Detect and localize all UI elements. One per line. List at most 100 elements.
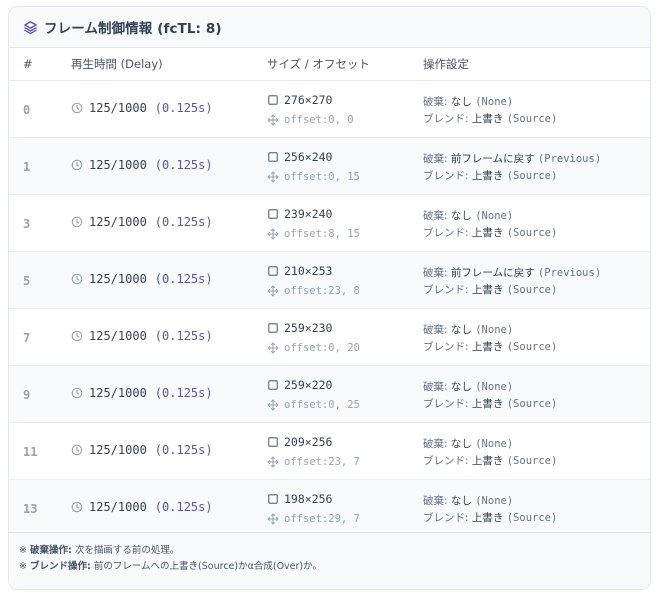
blend-line: ブレンド: 上書き (Source) bbox=[423, 339, 557, 356]
clock-icon bbox=[71, 216, 83, 228]
size-cell: 259×230 offset: 0, 20 bbox=[267, 321, 360, 354]
footer-notes: ※ 破棄操作: 次を描画する前の処理。 ※ ブレンド操作: 前のフレームへの上書… bbox=[9, 532, 650, 589]
footnote-term: ブレンド操作: bbox=[30, 561, 91, 572]
offset-prefix: offset: bbox=[284, 398, 329, 411]
blend-line: ブレンド: 上書き (Source) bbox=[423, 282, 601, 299]
offset-line: offset: 8, 15 bbox=[267, 227, 360, 240]
delay-value: 125/1000 bbox=[89, 215, 147, 229]
frame-control-card: フレーム制御情報 (fcTL: 8) # 再生時間 (Delay) サイズ / … bbox=[8, 6, 651, 590]
dispose-code: (None) bbox=[475, 210, 514, 222]
delay-value: 125/1000 bbox=[89, 329, 147, 343]
delay-seconds: (0.125s) bbox=[154, 500, 213, 514]
size-value: 198×256 bbox=[284, 492, 333, 506]
delay-cell: 125/1000 (0.125s) bbox=[71, 329, 213, 343]
frame-index: 0 bbox=[23, 103, 31, 117]
size-cell: 256×240 offset: 0, 15 bbox=[267, 150, 360, 183]
blend-code: (Source) bbox=[506, 512, 558, 524]
ops-cell: 破棄: なし (None) ブレンド: 上書き (Source) bbox=[423, 94, 557, 128]
offset-prefix: offset: bbox=[284, 512, 329, 525]
dispose-label: 破棄: bbox=[423, 438, 448, 450]
footnote-blend: ※ ブレンド操作: 前のフレームへの上書き(Source)かα合成(Over)か… bbox=[19, 559, 650, 575]
ops-cell: 破棄: なし (None) ブレンド: 上書き (Source) bbox=[423, 493, 557, 527]
delay-value: 125/1000 bbox=[89, 443, 147, 457]
dispose-code: (None) bbox=[475, 495, 514, 507]
offset-value: 23, 8 bbox=[328, 284, 360, 297]
dispose-code: (None) bbox=[475, 438, 514, 450]
dispose-value: なし bbox=[450, 324, 472, 336]
footnote-term: 破棄操作: bbox=[30, 545, 72, 556]
dispose-label: 破棄: bbox=[423, 267, 448, 279]
offset-value: 0, 0 bbox=[328, 113, 354, 126]
dispose-value: 前フレームに戻す bbox=[450, 267, 535, 279]
move-icon bbox=[267, 513, 279, 525]
square-icon bbox=[268, 494, 278, 504]
size-line: 259×220 bbox=[267, 378, 360, 392]
dispose-code: (None) bbox=[475, 96, 514, 108]
clock-icon bbox=[71, 273, 83, 285]
offset-prefix: offset: bbox=[284, 113, 329, 126]
blend-code: (Source) bbox=[506, 341, 558, 353]
size-line: 209×256 bbox=[267, 435, 360, 449]
offset-value: 0, 25 bbox=[328, 398, 360, 411]
footnote-text: 次を描画する前の処理。 bbox=[74, 545, 180, 556]
offset-value: 8, 15 bbox=[328, 227, 360, 240]
blend-line: ブレンド: 上書き (Source) bbox=[423, 111, 557, 128]
delay-value: 125/1000 bbox=[89, 500, 147, 514]
blend-label: ブレンド: bbox=[423, 455, 469, 467]
move-icon bbox=[267, 114, 279, 126]
clock-icon bbox=[71, 444, 83, 456]
size-cell: 198×256 offset: 29, 7 bbox=[267, 492, 360, 525]
delay-value: 125/1000 bbox=[89, 386, 147, 400]
frame-index: 13 bbox=[23, 502, 38, 516]
delay-cell: 125/1000 (0.125s) bbox=[71, 215, 213, 229]
card-header: フレーム制御情報 (fcTL: 8) bbox=[9, 7, 650, 48]
dispose-value: 前フレームに戻す bbox=[450, 153, 535, 165]
table-row: 13 125/1000 (0.125s) 198×256 offset: 29,… bbox=[9, 480, 650, 537]
delay-cell: 125/1000 (0.125s) bbox=[71, 443, 213, 457]
offset-line: offset: 0, 15 bbox=[267, 170, 360, 183]
table-row: 11 125/1000 (0.125s) 209×256 offset: 23,… bbox=[9, 423, 650, 480]
ops-cell: 破棄: なし (None) ブレンド: 上書き (Source) bbox=[423, 322, 557, 356]
dispose-code: (None) bbox=[475, 381, 514, 393]
blend-code: (Source) bbox=[506, 455, 558, 467]
move-icon bbox=[267, 342, 279, 354]
delay-value: 125/1000 bbox=[89, 272, 147, 286]
dispose-value: なし bbox=[450, 96, 472, 108]
table-row: 5 125/1000 (0.125s) 210×253 offset: 23, … bbox=[9, 252, 650, 309]
table-row: 7 125/1000 (0.125s) 259×230 offset: 0, 2… bbox=[9, 309, 650, 366]
dispose-code: (None) bbox=[475, 324, 514, 336]
blend-label: ブレンド: bbox=[423, 113, 469, 125]
column-header-ops: 操作設定 bbox=[423, 57, 469, 71]
dispose-line: 破棄: なし (None) bbox=[423, 208, 557, 225]
size-line: 259×230 bbox=[267, 321, 360, 335]
dispose-value: なし bbox=[450, 381, 472, 393]
size-value: 239×240 bbox=[284, 207, 333, 221]
blend-code: (Source) bbox=[506, 170, 558, 182]
delay-cell: 125/1000 (0.125s) bbox=[71, 386, 213, 400]
blend-line: ブレンド: 上書き (Source) bbox=[423, 453, 557, 470]
offset-prefix: offset: bbox=[284, 341, 329, 354]
size-line: 210×253 bbox=[267, 264, 360, 278]
clock-icon bbox=[71, 330, 83, 342]
move-icon bbox=[267, 399, 279, 411]
dispose-label: 破棄: bbox=[423, 96, 448, 108]
delay-seconds: (0.125s) bbox=[154, 329, 213, 343]
table-header: # 再生時間 (Delay) サイズ / オフセット 操作設定 bbox=[9, 48, 650, 81]
ops-cell: 破棄: なし (None) ブレンド: 上書き (Source) bbox=[423, 379, 557, 413]
table-row: 3 125/1000 (0.125s) 239×240 offset: 8, 1… bbox=[9, 195, 650, 252]
size-line: 256×240 bbox=[267, 150, 360, 164]
dispose-value: なし bbox=[450, 495, 472, 507]
column-header-index: # bbox=[23, 57, 33, 71]
size-line: 198×256 bbox=[267, 492, 360, 506]
delay-cell: 125/1000 (0.125s) bbox=[71, 272, 213, 286]
column-header-size: サイズ / オフセット bbox=[267, 57, 370, 71]
clock-icon bbox=[71, 102, 83, 114]
blend-label: ブレンド: bbox=[423, 398, 469, 410]
offset-prefix: offset: bbox=[284, 284, 329, 297]
blend-value: 上書き bbox=[471, 341, 504, 353]
blend-value: 上書き bbox=[471, 170, 504, 182]
dispose-line: 破棄: 前フレームに戻す (Previous) bbox=[423, 265, 601, 282]
dispose-label: 破棄: bbox=[423, 381, 448, 393]
frame-index: 9 bbox=[23, 388, 31, 402]
dispose-code: (Previous) bbox=[537, 153, 602, 165]
